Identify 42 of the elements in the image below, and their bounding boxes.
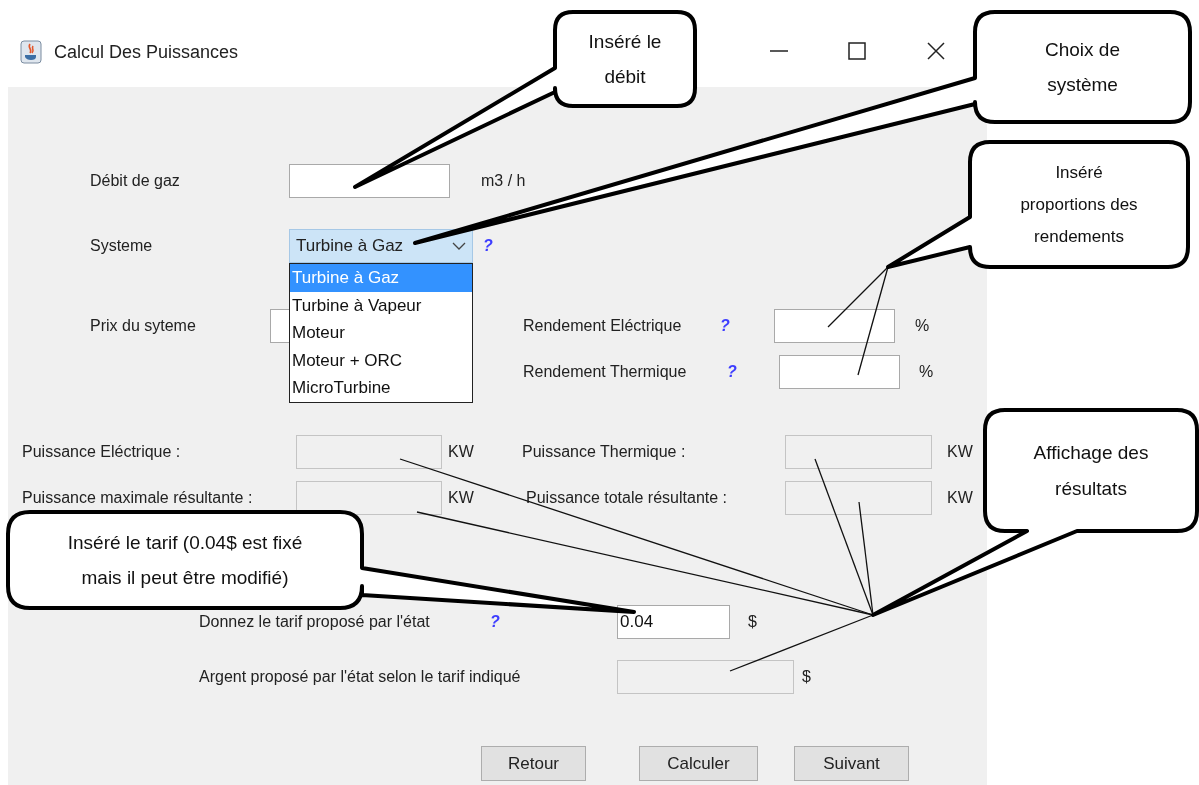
input-field[interactable]: 0.04	[617, 605, 730, 639]
close-icon[interactable]	[925, 40, 948, 62]
help-link[interactable]: ?	[490, 613, 500, 631]
unit-label: $	[802, 668, 811, 686]
unit-label: KW	[947, 489, 973, 507]
unit-label: KW	[448, 443, 475, 461]
unit-label: KW	[947, 443, 973, 461]
input-field[interactable]	[774, 309, 895, 343]
callout-text: Choix de système	[1045, 38, 1120, 97]
callout-text: Inséré proportions des rendements	[1020, 161, 1138, 248]
unit-label: $	[748, 613, 757, 631]
field-label: Prix du syteme	[90, 317, 197, 335]
field-label: Rendement Eléctrique	[523, 317, 683, 335]
maximize-icon[interactable]	[846, 40, 869, 62]
field-label: Puissance maximale résultante :	[22, 489, 254, 507]
field-label: Puissance Eléctrique :	[22, 443, 182, 461]
input-field[interactable]	[779, 355, 900, 389]
callout-text: Affichage des résultats	[1033, 440, 1149, 501]
field-label: Systeme	[90, 237, 154, 255]
app-icon	[20, 40, 42, 64]
unit-label: KW	[448, 489, 475, 507]
input-field[interactable]	[289, 164, 450, 198]
unit-label: %	[919, 363, 934, 381]
action-button[interactable]: Suivant	[794, 746, 909, 781]
field-label: Argent proposé par l'état selon le tarif indiqué	[199, 668, 522, 686]
action-button[interactable]: Retour	[481, 746, 586, 781]
callout-text: Inséré le tarif (0.04$ est fixé mais il peut être modifié)	[67, 531, 303, 590]
field-label: Puissance totale résultante :	[526, 489, 728, 507]
unit-label: %	[915, 317, 930, 335]
system-dropdown[interactable]: Turbine à Gaz	[289, 229, 473, 263]
window-title: Calcul Des Puissances	[54, 41, 239, 64]
help-link[interactable]: ?	[720, 317, 730, 335]
chevron-down-icon	[452, 241, 466, 251]
field-label: Donnez le tarif proposé par l'état	[199, 613, 431, 631]
field-label: Rendement Thermique	[523, 363, 688, 381]
help-link[interactable]: ?	[483, 237, 493, 255]
action-button[interactable]: Calculer	[639, 746, 758, 781]
callout-text: Inséré le débit	[588, 30, 662, 89]
unit-label: m3 / h	[481, 172, 526, 190]
field-label: Débit de gaz	[90, 172, 181, 190]
field-label: Puissance Thermique :	[522, 443, 687, 461]
help-link[interactable]: ?	[727, 363, 737, 381]
